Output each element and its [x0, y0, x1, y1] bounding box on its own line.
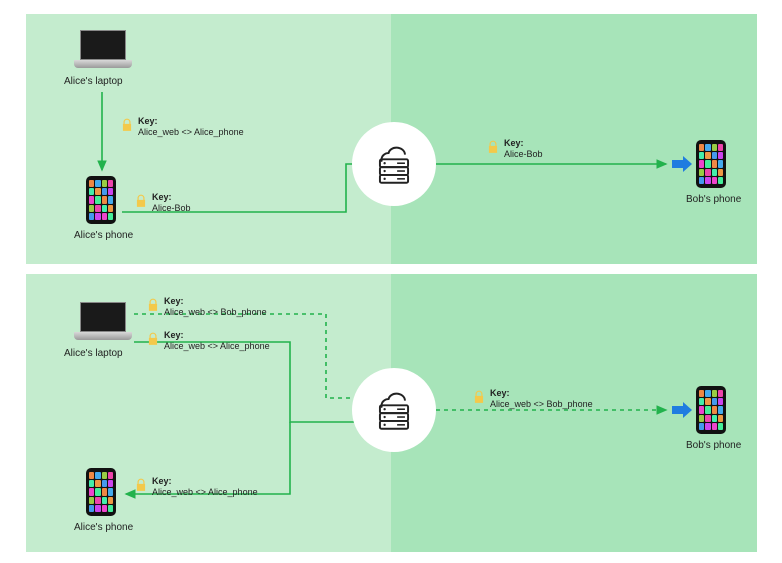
key-value: Alice_web <> Bob_phone — [490, 399, 593, 409]
scenario-panel-bottom: Alice's laptop Key: Alice_web <> Bob_pho… — [26, 274, 757, 552]
alice-laptop-label: Alice's laptop — [64, 348, 123, 359]
key-label-2: Key: Alice-Bob — [152, 192, 191, 215]
key-heading: Key: — [152, 476, 172, 486]
key-heading: Key: — [164, 330, 184, 340]
lock-icon — [134, 194, 148, 208]
alice-phone-label: Alice's phone — [74, 230, 133, 241]
phone-icon — [696, 386, 726, 434]
key-label-4: Key: Alice_web <> Bob_phone — [164, 296, 267, 319]
server-cloud-icon — [369, 385, 419, 435]
key-heading: Key: — [152, 192, 172, 202]
key-label-1: Key: Alice_web <> Alice_phone — [138, 116, 244, 139]
phone-icon — [86, 176, 116, 224]
key-value: Alice_web <> Alice_phone — [138, 127, 244, 137]
key-value: Alice_web <> Bob_phone — [164, 307, 267, 317]
key-heading: Key: — [490, 388, 510, 398]
key-value: Alice-Bob — [504, 149, 543, 159]
lock-icon — [472, 390, 486, 404]
key-label-6: Key: Alice_web <> Alice_phone — [152, 476, 258, 499]
key-value: Alice_web <> Alice_phone — [164, 341, 270, 351]
lock-icon — [146, 332, 160, 346]
phone-icon — [696, 140, 726, 188]
diagram-canvas: Alice's laptop Key: Alice_web <> Alice_p… — [0, 0, 782, 563]
key-heading: Key: — [138, 116, 158, 126]
arrow-right-icon — [672, 402, 692, 418]
key-value: Alice-Bob — [152, 203, 191, 213]
bob-phone-label: Bob's phone — [686, 440, 741, 451]
arrow-right-icon — [672, 156, 692, 172]
lock-icon — [134, 478, 148, 492]
lock-icon — [120, 118, 134, 132]
lock-icon — [486, 140, 500, 154]
server-icon — [352, 368, 436, 452]
key-value: Alice_web <> Alice_phone — [152, 487, 258, 497]
key-heading: Key: — [164, 296, 184, 306]
lock-icon — [146, 298, 160, 312]
laptop-icon — [74, 30, 132, 70]
laptop-icon — [74, 302, 132, 342]
key-label-5: Key: Alice_web <> Alice_phone — [164, 330, 270, 353]
phone-icon — [86, 468, 116, 516]
bob-side-top — [391, 14, 757, 264]
alice-phone-label: Alice's phone — [74, 522, 133, 533]
server-cloud-icon — [369, 139, 419, 189]
server-icon — [352, 122, 436, 206]
key-label-3: Key: Alice-Bob — [504, 138, 543, 161]
alice-laptop-label: Alice's laptop — [64, 76, 123, 87]
key-heading: Key: — [504, 138, 524, 148]
key-label-7: Key: Alice_web <> Bob_phone — [490, 388, 593, 411]
scenario-panel-top: Alice's laptop Key: Alice_web <> Alice_p… — [26, 14, 757, 264]
bob-phone-label: Bob's phone — [686, 194, 741, 205]
